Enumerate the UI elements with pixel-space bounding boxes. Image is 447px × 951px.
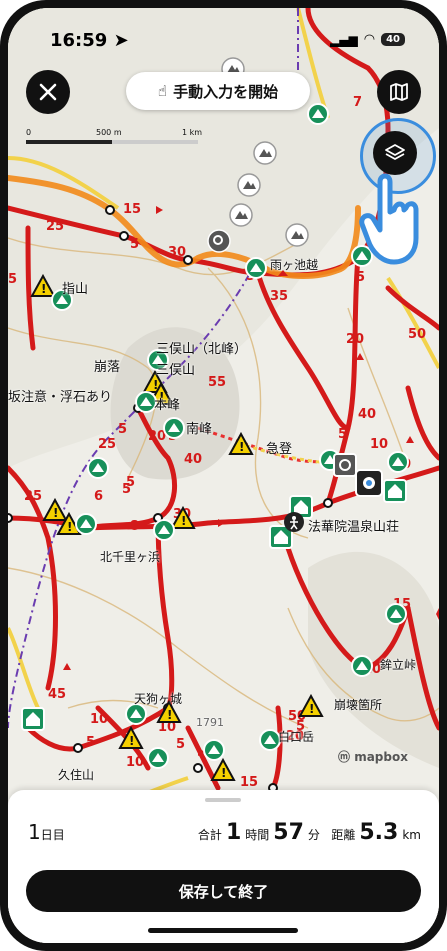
svg-text:7: 7 (353, 95, 362, 110)
route-stats: 1日目 合計 1 時間 57 分 距離 5.3 km (28, 820, 421, 850)
svg-text:5: 5 (8, 272, 17, 287)
svg-text:5: 5 (118, 422, 127, 437)
svg-text:10: 10 (90, 712, 108, 727)
route-summary: 合計 1 時間 57 分 距離 5.3 km (198, 820, 421, 845)
close-button[interactable] (26, 70, 70, 114)
distance-unit: km (402, 828, 421, 842)
svg-text:10: 10 (370, 437, 388, 452)
map-label-sashiyama: 指山 (62, 282, 89, 297)
map-label-mimata: 三俣山 (156, 363, 196, 378)
map-label-kitasenri: 北千里ヶ浜 (100, 550, 161, 564)
svg-text:40: 40 (358, 407, 376, 422)
svg-text:8: 8 (130, 519, 139, 534)
svg-text:50: 50 (408, 327, 426, 342)
minutes-unit: 分 (307, 828, 320, 842)
map-label-amagaike: 雨ヶ池越 (270, 258, 319, 272)
svg-text:!: ! (53, 506, 58, 520)
map-label-kuzure: 崩落 (94, 360, 121, 375)
svg-text:35: 35 (270, 289, 288, 304)
svg-text:!: ! (181, 514, 186, 528)
svg-text:5: 5 (86, 735, 95, 750)
scale-end: 1 km (182, 128, 203, 137)
hours-unit: 時間 (245, 828, 270, 842)
map-label-tateyama: 鉾立峠 (380, 658, 417, 672)
tap-hand-icon (359, 173, 419, 265)
svg-text:40: 40 (184, 452, 202, 467)
svg-text:5: 5 (338, 427, 347, 442)
svg-text:6: 6 (94, 489, 103, 504)
total-label: 合計 (197, 828, 222, 842)
svg-text:!: ! (221, 766, 226, 780)
svg-text:!: ! (239, 440, 244, 454)
svg-text:25: 25 (98, 437, 116, 452)
status-bar: 16:59 ➤ ▂▄▆ ◠ 40 (8, 30, 439, 54)
wifi-icon: ◠ (363, 32, 376, 47)
map-label-saka: 坂注意・浮石あり (8, 390, 113, 405)
mapbox-attribution[interactable]: ⓜ mapbox (338, 748, 408, 765)
svg-text:!: ! (129, 734, 134, 748)
manual-input-label: 手動入力を開始 (173, 82, 279, 101)
map-style-button[interactable] (377, 70, 421, 114)
map-label-hokkaiin: 法華院温泉山荘 (308, 520, 400, 535)
map-label-honpo: 本峰 (154, 398, 181, 413)
map-label-shirakuchi: 白口岳 (278, 730, 315, 744)
hand-pointer-icon: ☝ (157, 82, 168, 100)
map-icon (390, 83, 408, 101)
svg-text:20: 20 (148, 429, 166, 444)
scale-bar-line (26, 140, 198, 144)
svg-text:5: 5 (356, 270, 365, 285)
svg-text:!: ! (67, 520, 72, 534)
svg-text:55: 55 (208, 375, 226, 390)
home-indicator (148, 928, 298, 933)
svg-text:25: 25 (24, 489, 42, 504)
svg-text:5: 5 (126, 475, 135, 490)
svg-text:15: 15 (123, 202, 141, 217)
bottom-sheet[interactable]: 1日目 合計 1 時間 57 分 距離 5.3 km 保存して終了 (8, 790, 439, 943)
scale-zero: 0 (26, 128, 32, 137)
svg-text:!: ! (309, 702, 314, 716)
phone-frame: 25155 303520 50405 10307 55255 20540 552… (0, 0, 447, 951)
svg-text:30: 30 (168, 245, 186, 260)
location-arrow-icon: ➤ (113, 30, 129, 51)
total-minutes: 57 (273, 820, 304, 845)
map-label-kyuto: 急登 (266, 442, 293, 457)
map-label-hokuho: 三俣山（北峰） (156, 342, 248, 357)
svg-text:!: ! (41, 282, 46, 296)
svg-text:25: 25 (46, 219, 64, 234)
svg-text:20: 20 (346, 332, 364, 347)
scale-mid: 500 m (96, 128, 122, 137)
day-number: 1 (28, 820, 41, 844)
time-text: 16:59 (50, 30, 108, 51)
close-icon (39, 83, 57, 101)
svg-text:!: ! (167, 708, 172, 722)
day-indicator: 1日目 (28, 820, 65, 844)
distance-label: 距離 (331, 828, 356, 842)
battery-icon: 40 (381, 33, 405, 46)
map-label-nanpo: 南峰 (186, 422, 213, 437)
svg-text:15: 15 (240, 775, 258, 790)
map-label-kuzurekasho: 崩壊箇所 (334, 698, 383, 712)
screen: 25155 303520 50405 10307 55255 20540 552… (8, 8, 439, 943)
svg-text:5: 5 (176, 737, 185, 752)
svg-text:45: 45 (48, 687, 66, 702)
mapbox-logo-text: mapbox (354, 750, 408, 764)
map-label-kuju: 久住山 (58, 768, 95, 782)
layers-icon (385, 144, 405, 160)
scale-bar-half (112, 140, 198, 144)
manual-input-button[interactable]: ☝ 手動入力を開始 (126, 72, 310, 110)
signal-icon: ▂▄▆ (330, 32, 358, 47)
status-icons: ▂▄▆ ◠ 40 (330, 32, 405, 47)
map-label-elevation: 1791 (196, 716, 224, 729)
sheet-handle[interactable] (205, 798, 241, 802)
svg-text:10: 10 (126, 755, 144, 770)
total-hours: 1 (225, 820, 242, 845)
day-unit: 日目 (40, 828, 65, 842)
distance-value: 5.3 (359, 820, 399, 845)
save-and-finish-button[interactable]: 保存して終了 (26, 870, 421, 912)
svg-text:5: 5 (130, 237, 139, 252)
map-label-tengu: 天狗ヶ城 (134, 692, 183, 706)
status-time: 16:59 ➤ (50, 30, 129, 51)
